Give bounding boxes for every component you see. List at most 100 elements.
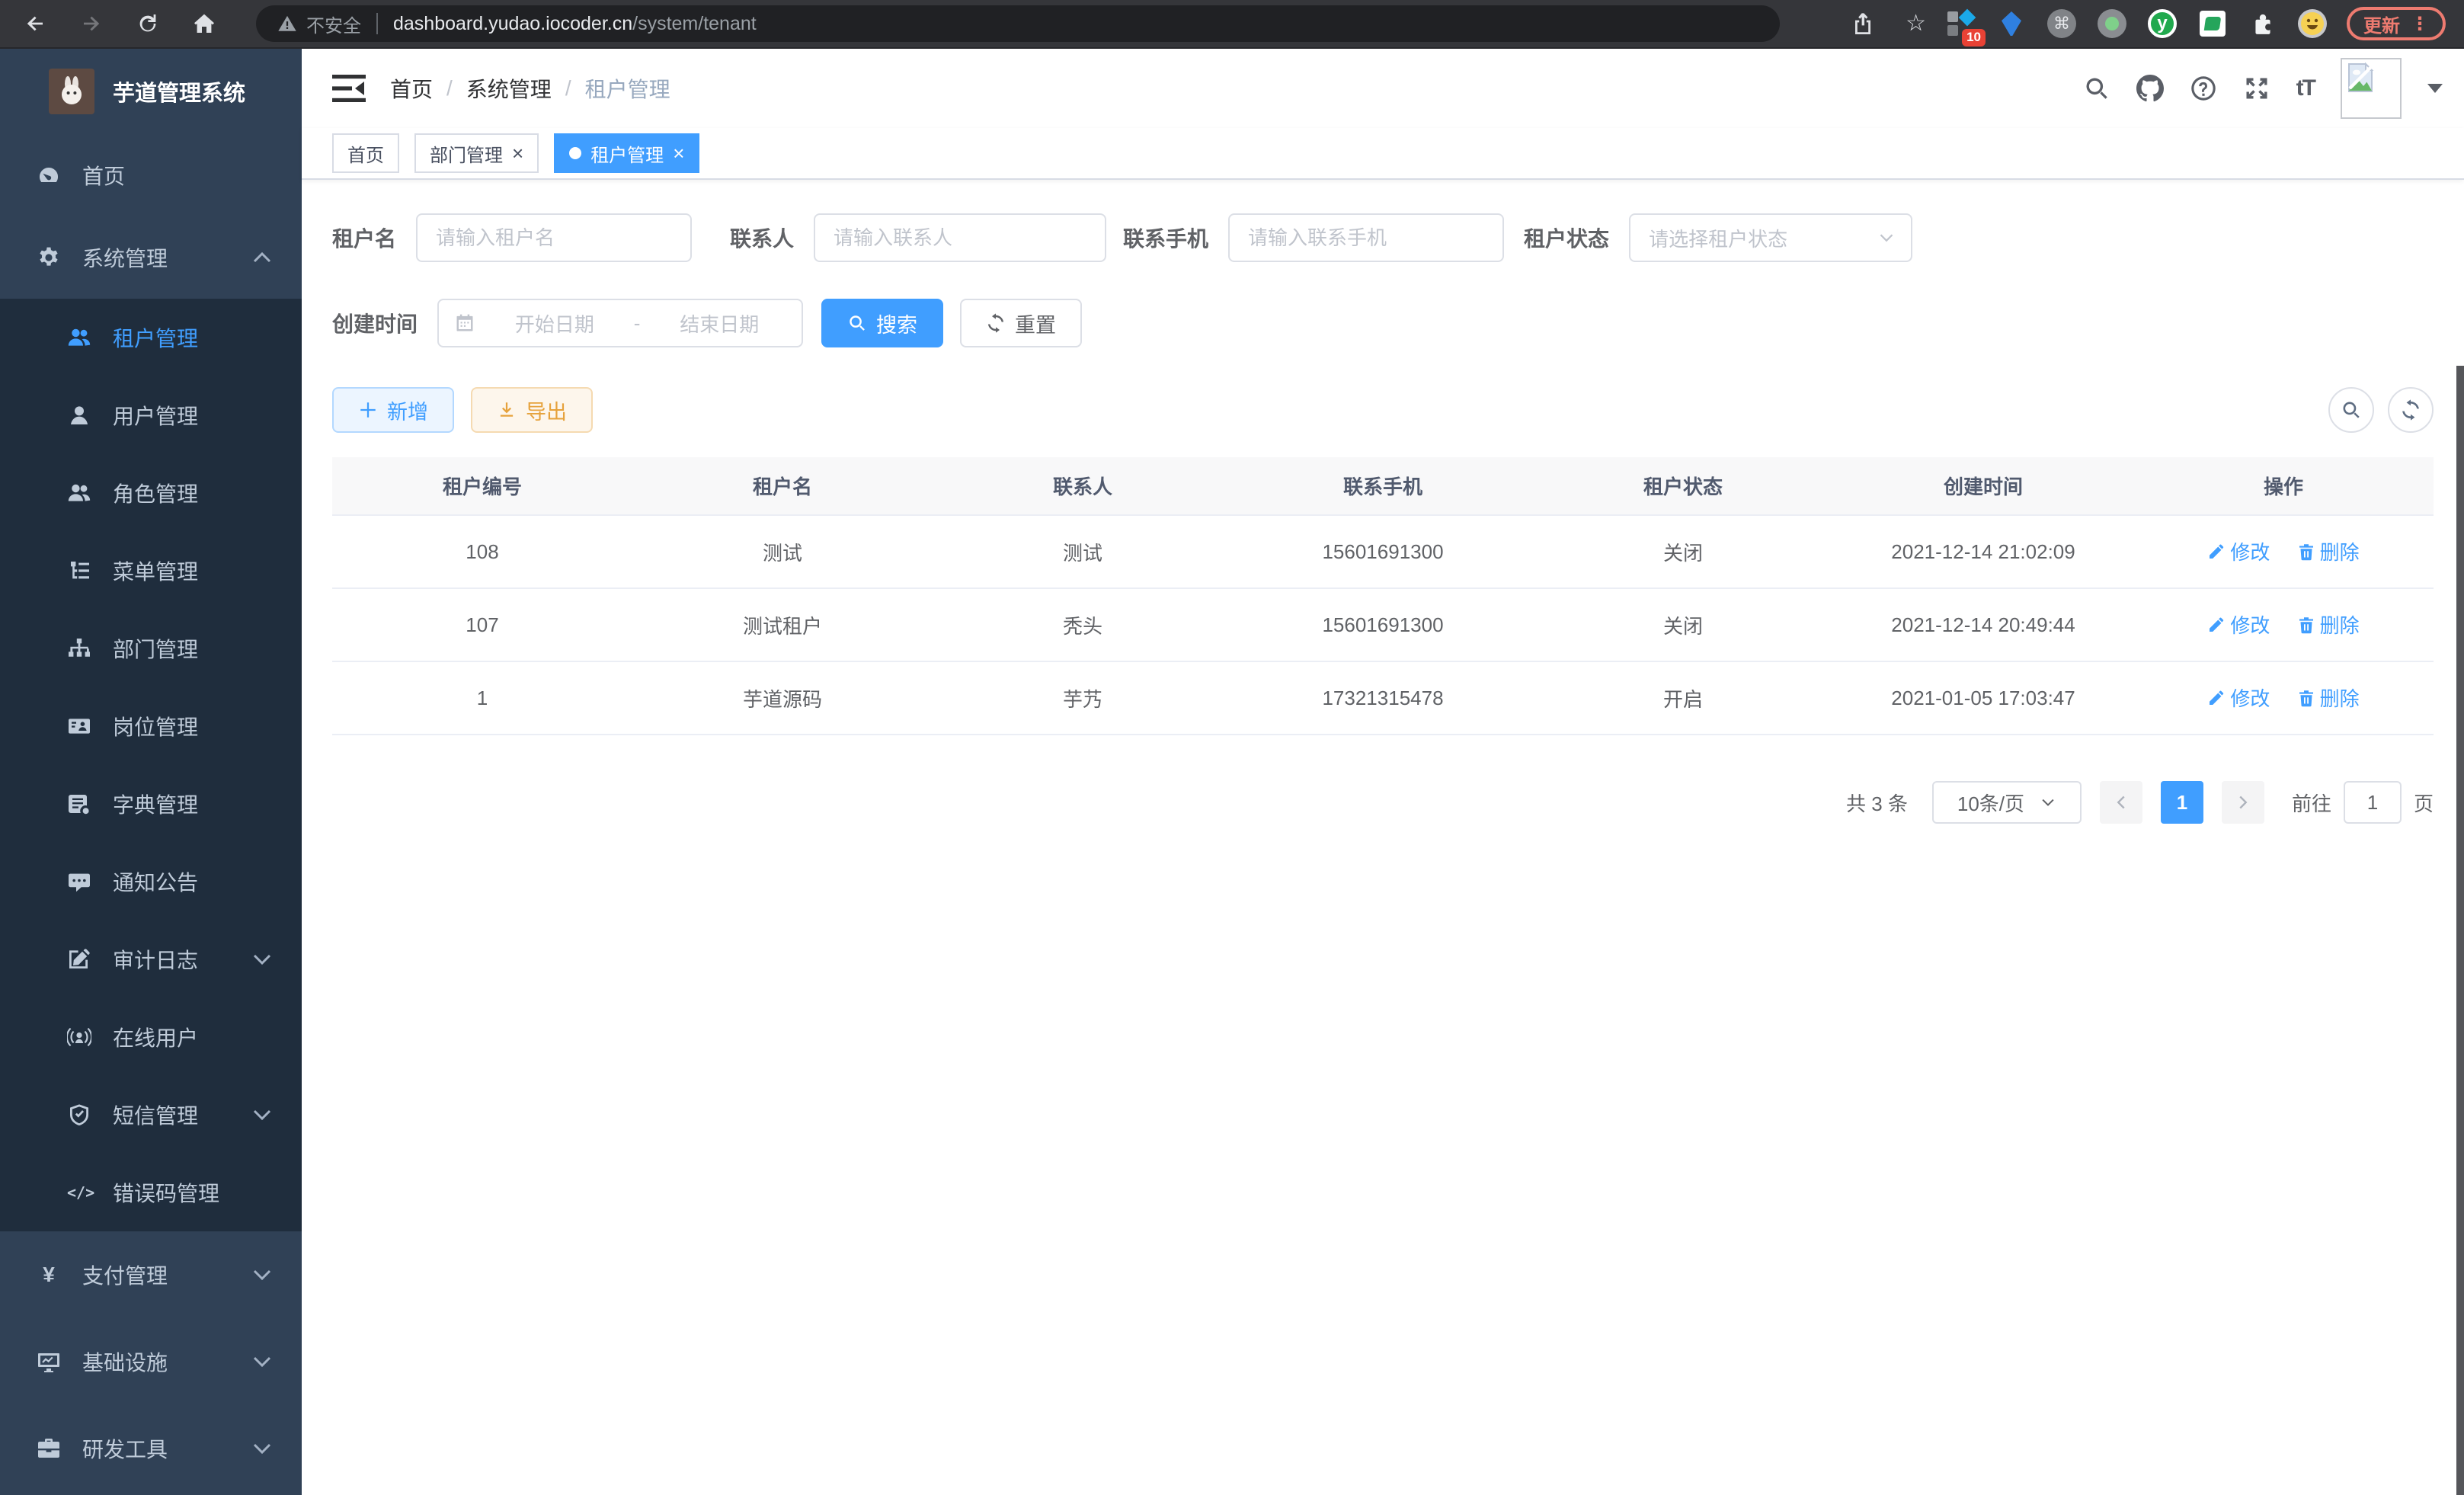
app-logo-row[interactable]: 芋道管理系统 (0, 49, 302, 134)
delete-link[interactable]: 删除 (2297, 537, 2360, 565)
sidebar-item-infrastructure[interactable]: 基础设施 (0, 1318, 302, 1405)
refresh-table-button[interactable] (2388, 387, 2434, 433)
create-time-range-picker[interactable]: 开始日期 - 结束日期 (437, 299, 803, 347)
browser-back-button[interactable] (12, 2, 58, 45)
cell-id: 108 (332, 515, 632, 588)
profile-avatar[interactable] (2298, 9, 2327, 38)
page-number-1[interactable]: 1 (2161, 781, 2203, 824)
toggle-search-button[interactable] (2328, 387, 2374, 433)
extension-chat-icon[interactable] (2197, 8, 2228, 39)
sidebar-item-role[interactable]: 角色管理 (0, 454, 302, 532)
avatar-caret-icon[interactable] (2427, 84, 2443, 93)
ext-square-1 (1947, 11, 1958, 22)
goto-page-input[interactable] (2344, 781, 2402, 824)
screen: 不安全 dashboard.yudao.iocoder.cn/system/te… (0, 0, 2464, 1495)
main-area: 首页 / 系统管理 / 租户管理 tT (302, 49, 2464, 1495)
sidebar-item-tenant[interactable]: 租户管理 (0, 299, 302, 376)
sidebar-item-user[interactable]: 用户管理 (0, 376, 302, 454)
sidebar-item-audit-log[interactable]: 审计日志 (0, 920, 302, 998)
filter-row-2: 创建时间 开始日期 - 结束日期 搜索 重置 (332, 299, 2434, 347)
delete-link[interactable]: 删除 (2297, 683, 2360, 712)
delete-link[interactable]: 删除 (2297, 610, 2360, 639)
browser-reload-button[interactable] (125, 2, 171, 45)
add-button[interactable]: 新增 (332, 387, 454, 433)
extension-record-icon[interactable] (2097, 8, 2127, 39)
pagination: 共 3 条 10条/页 1 前往 页 (332, 781, 2434, 824)
total-count: 共 3 条 (1846, 789, 1908, 817)
font-size-button[interactable]: tT (2296, 75, 2315, 101)
close-icon[interactable]: × (673, 143, 684, 163)
close-icon[interactable]: × (512, 143, 523, 163)
user-avatar[interactable] (2341, 58, 2402, 119)
hamburger-icon[interactable] (332, 73, 366, 104)
sidebar-item-dev-tools[interactable]: 研发工具 (0, 1405, 302, 1492)
plus-icon (358, 400, 378, 420)
table-toolbar: 新增 导出 (332, 387, 2434, 433)
export-button[interactable]: 导出 (471, 387, 593, 433)
github-link[interactable] (2136, 75, 2164, 102)
edit-link[interactable]: 修改 (2207, 537, 2270, 565)
share-button[interactable] (1840, 2, 1886, 45)
contact-input[interactable] (814, 213, 1106, 262)
extension-y-icon[interactable]: y (2147, 8, 2178, 39)
sidebar-item-online-users[interactable]: 在线用户 (0, 998, 302, 1076)
extensions-puzzle-icon[interactable] (2248, 8, 2278, 39)
next-page-button[interactable] (2222, 781, 2264, 824)
sidebar-item-home[interactable]: 首页 (0, 134, 302, 216)
sidebar-item-menu[interactable]: 菜单管理 (0, 532, 302, 610)
cell-contact: 测试 (933, 515, 1233, 588)
sidebar-submenu-system: 租户管理 用户管理 角色管理 菜单管理 部门管理 (0, 299, 302, 1231)
github-icon (2136, 75, 2164, 102)
header-search-button[interactable] (2083, 75, 2110, 102)
sidebar-item-payment[interactable]: ¥ 支付管理 (0, 1231, 302, 1318)
extension-command-icon[interactable]: ⌘ (2046, 8, 2077, 39)
edit-link[interactable]: 修改 (2207, 610, 2270, 639)
goto-page: 前往 页 (2292, 781, 2434, 824)
address-bar[interactable]: 不安全 dashboard.yudao.iocoder.cn/system/te… (256, 5, 1780, 42)
scrollbar-thumb[interactable] (2456, 366, 2464, 1495)
cell-name: 芋道源码 (632, 661, 933, 735)
breadcrumb-home[interactable]: 首页 (390, 73, 433, 104)
sidebar-item-dict[interactable]: 字典管理 (0, 765, 302, 843)
mobile-input[interactable] (1228, 213, 1504, 262)
breadcrumb-system[interactable]: 系统管理 (466, 73, 552, 104)
extension-grid-icon[interactable]: 10 (1946, 8, 1976, 39)
breadcrumb: 首页 / 系统管理 / 租户管理 (390, 73, 670, 104)
search-button[interactable]: 搜索 (821, 299, 943, 347)
prev-page-button[interactable] (2100, 781, 2142, 824)
tab-home[interactable]: 首页 (332, 133, 399, 173)
sidebar-item-system[interactable]: 系统管理 (0, 216, 302, 299)
fullscreen-button[interactable] (2243, 75, 2270, 102)
sidebar-item-label: 菜单管理 (113, 555, 198, 586)
pencil-icon (2207, 543, 2226, 561)
page-size-select[interactable]: 10条/页 (1932, 781, 2082, 824)
sidebar-item-label: 租户管理 (113, 322, 198, 353)
command-glyph: ⌘ (2047, 9, 2076, 38)
refresh-icon (986, 313, 1006, 333)
chrome-update-button[interactable]: 更新 ⋮ (2347, 7, 2446, 40)
extension-kite-icon[interactable] (1996, 8, 2027, 39)
sidebar-item-sms[interactable]: 短信管理 (0, 1076, 302, 1154)
chat-shape (2200, 11, 2226, 37)
site-security-indicator[interactable]: 不安全 (277, 11, 361, 37)
tab-dept[interactable]: 部门管理 × (414, 133, 539, 173)
sidebar-item-dept[interactable]: 部门管理 (0, 610, 302, 687)
col-mobile: 联系手机 (1233, 457, 1533, 515)
help-button[interactable] (2190, 75, 2217, 102)
sidebar-item-error-code[interactable]: </> 错误码管理 (0, 1154, 302, 1231)
browser-home-button[interactable] (181, 2, 227, 45)
sidebar-item-notice[interactable]: 通知公告 (0, 843, 302, 920)
sidebar-item-post[interactable]: 岗位管理 (0, 687, 302, 765)
browser-menu-icon[interactable]: ⋮ (2411, 13, 2429, 35)
refresh-icon (2400, 399, 2421, 421)
tenant-name-input[interactable] (416, 213, 692, 262)
reset-button[interactable]: 重置 (960, 299, 1082, 347)
status-select[interactable]: 请选择租户状态 (1629, 213, 1912, 262)
browser-forward-button[interactable] (69, 2, 114, 45)
edit-link[interactable]: 修改 (2207, 683, 2270, 712)
tab-tenant[interactable]: 租户管理 × (554, 133, 699, 173)
edit-document-icon (67, 947, 91, 972)
bookmark-star-icon[interactable]: ☆ (1906, 12, 1926, 35)
record-shape (2098, 9, 2126, 38)
broken-image-icon (2345, 62, 2376, 93)
